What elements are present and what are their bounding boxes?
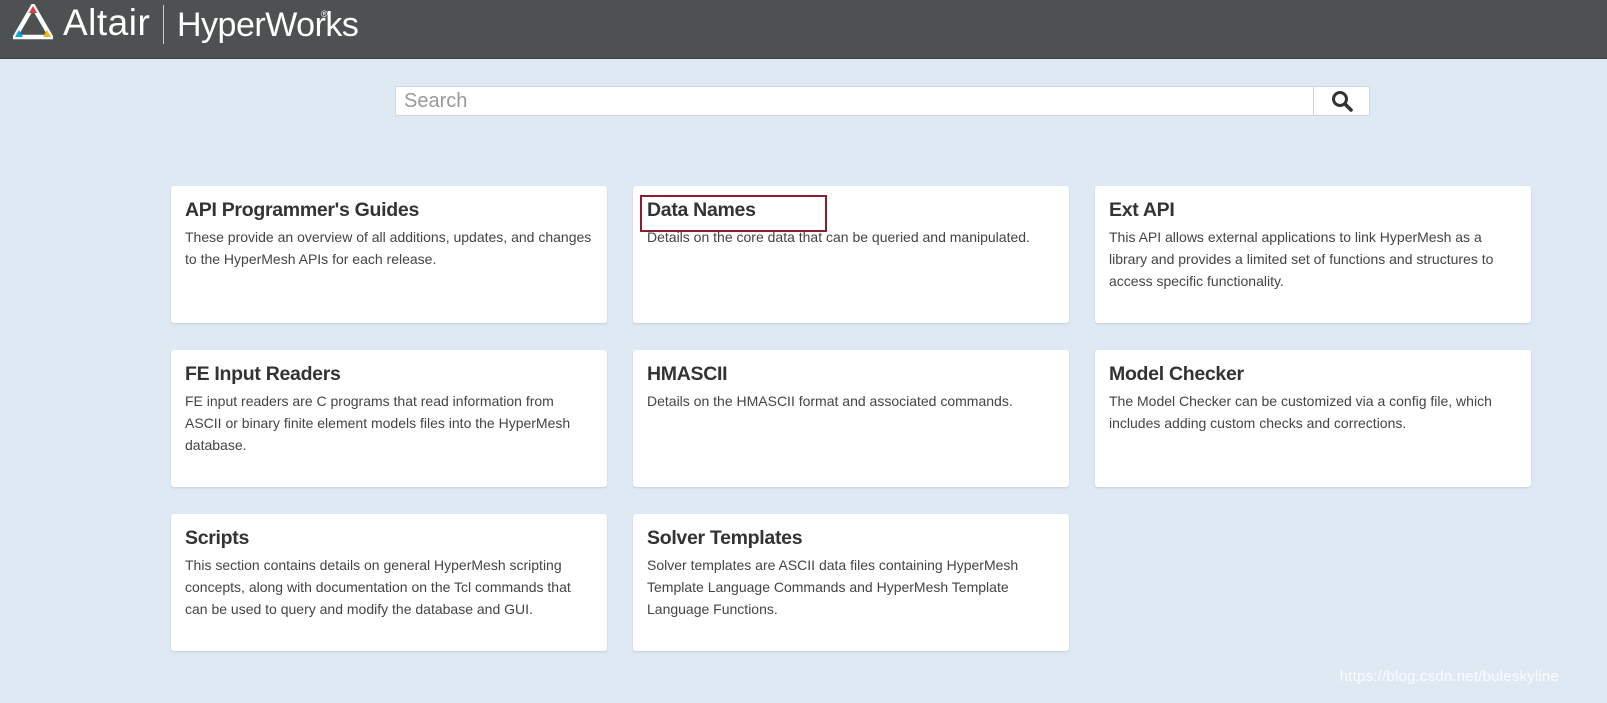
card-title[interactable]: Solver Templates	[647, 526, 1055, 550]
search-bar	[395, 86, 1370, 116]
card-title[interactable]: Model Checker	[1109, 362, 1517, 386]
card-title[interactable]: FE Input Readers	[185, 362, 593, 386]
card-description: Details on the core data that can be que…	[647, 229, 1030, 245]
card-title[interactable]: Ext API	[1109, 198, 1517, 222]
top-navigation-bar: Altair HyperWorks ®	[0, 0, 1607, 59]
card-title[interactable]: Scripts	[185, 526, 593, 550]
card-title[interactable]: Data Names	[647, 198, 1055, 222]
registered-mark: ®	[321, 9, 328, 19]
brand-divider	[163, 5, 164, 44]
card-description: Solver templates are ASCII data files co…	[647, 557, 1019, 617]
brand-hyperworks[interactable]: HyperWorks	[177, 5, 359, 45]
card-data-names[interactable]: Data Names Details on the core data that…	[633, 186, 1069, 323]
card-description: These provide an overview of all additio…	[185, 229, 592, 267]
brand-altair[interactable]: Altair	[63, 3, 150, 43]
card-model-checker[interactable]: Model Checker The Model Checker can be c…	[1095, 350, 1531, 487]
search-button[interactable]	[1313, 86, 1370, 116]
card-ext-api[interactable]: Ext API This API allows external applica…	[1095, 186, 1531, 323]
card-description: This section contains details on general…	[185, 557, 571, 617]
card-solver-templates[interactable]: Solver Templates Solver templates are AS…	[633, 514, 1069, 651]
watermark-text: https://blog.csdn.net/buleskyline	[1339, 668, 1559, 685]
search-icon	[1331, 91, 1353, 112]
card-description: Details on the HMASCII format and associ…	[647, 393, 1013, 409]
card-description: FE input readers are C programs that rea…	[185, 393, 571, 453]
card-description: The Model Checker can be customized via …	[1109, 393, 1492, 431]
card-title[interactable]: API Programmer's Guides	[185, 198, 593, 222]
altair-logo-icon[interactable]	[13, 4, 53, 40]
search-input[interactable]	[395, 86, 1313, 116]
card-api-programmers-guides[interactable]: API Programmer's Guides These provide an…	[171, 186, 607, 323]
card-description: This API allows external applications to…	[1109, 229, 1494, 289]
card-hmascii[interactable]: HMASCII Details on the HMASCII format an…	[633, 350, 1069, 487]
card-scripts[interactable]: Scripts This section contains details on…	[171, 514, 607, 651]
card-fe-input-readers[interactable]: FE Input Readers FE input readers are C …	[171, 350, 607, 487]
card-title[interactable]: HMASCII	[647, 362, 1055, 386]
